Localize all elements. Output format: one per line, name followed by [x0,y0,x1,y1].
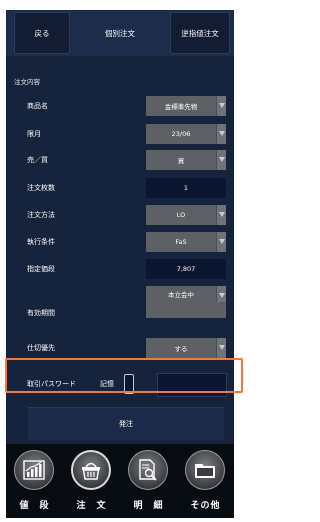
submit-order-button[interactable]: 発注 [28,407,224,440]
page-title: 個別注文 [105,28,135,38]
price-label: 指定価段 [27,265,55,273]
tab-details[interactable]: 明 細 [120,444,177,518]
method-select[interactable]: LO [146,205,226,225]
validity-label: 有効期間 [27,309,55,317]
product-label: 商品名 [27,102,48,110]
tab-details-label: 明 細 [133,501,164,511]
chevron-down-icon [216,96,226,116]
chevron-down-icon [216,150,226,170]
row-condition: 執行条件 FaS [6,232,234,252]
condition-value: FaS [175,238,187,246]
folder-icon [195,464,215,478]
row-pending: 仕切優先 する [6,338,234,358]
row-qty: 注文枚数 1 [6,178,234,198]
phone-frame: 戻る 個別注文 逆指値注文 注文内容 商品名 金標準先物 限月 23/06 売／… [0,0,250,522]
row-method: 注文方法 LO [6,205,234,225]
product-value: 金標準先物 [164,103,198,111]
app-screen: 戻る 個別注文 逆指値注文 注文内容 商品名 金標準先物 限月 23/06 売／… [6,10,234,518]
side-value: 買 [177,157,185,165]
chevron-down-icon [216,338,226,358]
condition-label: 執行条件 [27,238,55,246]
chevron-down-icon [216,286,226,302]
basket-icon [82,462,100,480]
header-bar: 戻る 個別注文 逆指値注文 [6,10,234,56]
side-label: 売／買 [27,156,48,164]
pending-select[interactable]: する [146,338,226,358]
month-select[interactable]: 23/06 [146,124,226,144]
tab-price-label: 値 段 [19,501,50,511]
pending-label: 仕切優先 [27,344,55,352]
side-select[interactable]: 買 [146,150,226,170]
row-side: 売／買 買 [6,150,234,170]
validity-select[interactable]: 本立会中 [146,286,226,318]
condition-select[interactable]: FaS [146,232,226,252]
password-highlight-frame [5,358,243,393]
tab-order[interactable]: 注 文 [63,444,120,518]
product-select[interactable]: 金標準先物 [146,96,226,116]
back-button[interactable]: 戻る [14,12,70,54]
row-validity: 有効期間 本立会中 [6,286,234,320]
tab-other[interactable]: その他 [177,444,234,518]
qty-label: 注文枚数 [27,184,55,192]
validity-value: 本立会中 [168,291,194,299]
tab-bar: 値 段 注 文 明 細 その他 [6,444,234,518]
chart-icon [23,460,45,480]
month-label: 限月 [27,130,41,138]
row-month: 限月 23/06 [6,124,234,144]
chevron-down-icon [216,205,226,225]
method-label: 注文方法 [27,211,55,219]
month-value: 23/06 [171,130,191,138]
row-price: 指定価段 7,807 [6,259,234,279]
chevron-down-icon [216,232,226,252]
pending-value: する [174,345,188,353]
stop-order-button[interactable]: 逆指値注文 [170,12,230,54]
tab-price[interactable]: 値 段 [6,444,63,518]
tab-other-label: その他 [190,501,221,511]
chevron-down-icon [216,124,226,144]
section-title: 注文内容 [14,78,40,86]
tab-order-label: 注 文 [76,501,107,511]
price-input[interactable]: 7,807 [146,259,226,279]
document-search-icon [139,459,157,481]
row-product: 商品名 金標準先物 [6,96,234,116]
method-value: LO [176,211,186,219]
qty-input[interactable]: 1 [146,178,226,198]
